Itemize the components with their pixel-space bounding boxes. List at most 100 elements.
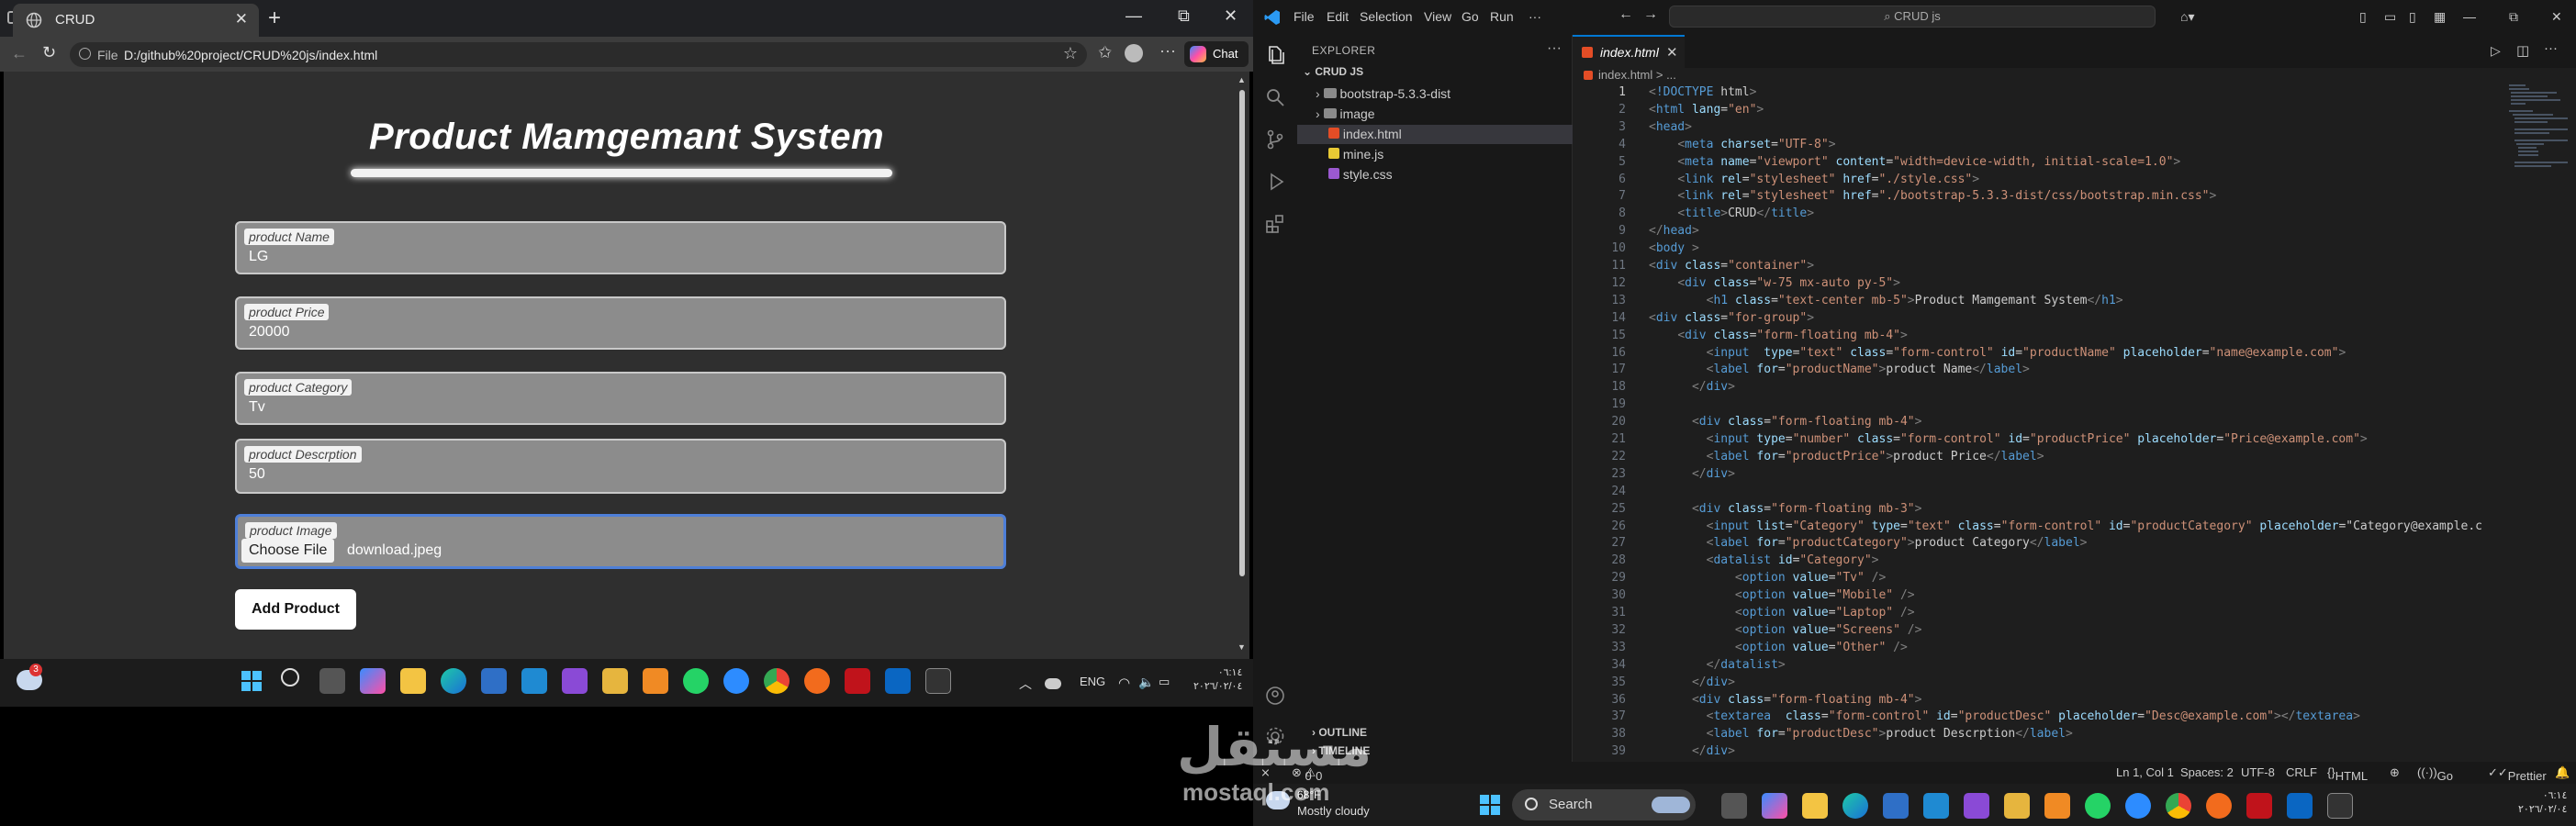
search-icon[interactable] (1264, 86, 1286, 108)
store-icon[interactable] (481, 668, 507, 694)
minimize-button[interactable]: — (1126, 6, 1142, 26)
language-indicator[interactable]: ENG (1080, 675, 1105, 688)
copilot-app-icon[interactable] (360, 668, 386, 694)
linkedin-icon[interactable] (2287, 793, 2313, 819)
taskbar-search-box[interactable]: Search (1512, 789, 1696, 820)
taskbar-clock[interactable]: ٠٦:١٤ ٢٠٢٦/٠٢/٠٤ (2518, 789, 2567, 817)
menu-file[interactable]: File (1294, 9, 1315, 24)
go-live-button[interactable]: ((·)) Go Live (2417, 765, 2459, 797)
profile-avatar[interactable] (1125, 44, 1143, 62)
code-line[interactable]: <div class="form-floating mb-4"> (1649, 692, 1921, 709)
project-folder-header[interactable]: ⌄ CRUD JS (1303, 65, 1363, 78)
whatsapp-icon[interactable] (2085, 793, 2111, 819)
code-line[interactable]: </head> (1649, 223, 1699, 240)
split-editor-icon[interactable]: ◫ (2516, 42, 2529, 59)
code-line[interactable]: <h1 class="text-center mb-5">Product Mam… (1649, 293, 2123, 310)
vscode-icon[interactable] (521, 668, 547, 694)
source-control-icon[interactable] (1264, 128, 1286, 151)
explorer-more-icon[interactable]: ··· (1547, 40, 1562, 57)
code-line[interactable]: <link rel="stylesheet" href="./style.css… (1649, 172, 1979, 189)
browser-tab-crud[interactable]: CRUD ✕ (13, 4, 259, 37)
maximize-button[interactable]: ⧉ (1178, 6, 1190, 26)
search-icon[interactable] (281, 668, 299, 686)
code-line[interactable]: <textarea class="form-control" id="produ… (1649, 709, 2360, 726)
vs-restore-button[interactable]: ⧉ (2509, 9, 2518, 25)
product-name-field[interactable]: product Name LG (235, 221, 1006, 274)
code-line[interactable]: <option value="Mobile" /> (1649, 587, 1915, 605)
notifications-bell-icon[interactable]: 🔔 (2555, 765, 2570, 780)
add-product-button[interactable]: Add Product (235, 589, 356, 630)
code-line[interactable]: <input type="text" class="form-control" … (1649, 345, 2346, 363)
code-line[interactable]: </div> (1649, 675, 1735, 692)
edge-icon[interactable] (1842, 793, 1868, 819)
linkedin-icon[interactable] (885, 668, 911, 694)
minimap[interactable] (2509, 84, 2568, 195)
copilot-chat-button[interactable]: Chat (1184, 41, 1249, 67)
code-line[interactable]: <div class="form-floating mb-4"> (1649, 414, 1921, 431)
edge-icon[interactable] (441, 668, 466, 694)
info-icon[interactable] (79, 48, 91, 60)
code-line[interactable]: <option value="Screens" /> (1649, 622, 1922, 640)
explorer-icon[interactable] (1264, 44, 1286, 66)
code-line[interactable]: <label for="productCategory">product Cat… (1649, 535, 2088, 553)
file-explorer-icon[interactable] (400, 668, 426, 694)
favorites-icon[interactable]: ✩ (1098, 43, 1112, 62)
task-view-icon[interactable] (1721, 793, 1747, 819)
cursor-position[interactable]: Ln 1, Col 1 (2116, 765, 2174, 779)
code-line[interactable]: <div class="form-floating mb-3"> (1649, 501, 1921, 519)
vs-minimize-button[interactable]: — (2463, 9, 2476, 24)
code-line[interactable]: <meta charset="UTF-8"> (1649, 137, 1835, 154)
menu-more[interactable]: ··· (1529, 9, 1541, 24)
code-line[interactable]: <label for="productDesc">product Descrpt… (1649, 726, 2073, 743)
live-share-icon[interactable]: ⊕ (2390, 765, 2400, 780)
url-box[interactable]: File D:/github%20project/CRUD%20js/index… (70, 42, 1087, 67)
line-ending[interactable]: CRLF (2286, 765, 2317, 779)
windows-start-icon[interactable] (1479, 794, 1501, 816)
extensions-icon[interactable] (1264, 213, 1286, 235)
terminal-icon[interactable] (2327, 793, 2353, 819)
code-line[interactable]: <!DOCTYPE html> (1649, 84, 1756, 102)
code-line[interactable]: <datalist id="Category"> (1649, 553, 1879, 570)
code-line[interactable]: <head> (1649, 119, 1692, 137)
layout-sidebar-icon[interactable]: ▯ (2359, 9, 2367, 25)
menu-selection[interactable]: Selection (1360, 9, 1413, 24)
code-line[interactable]: </datalist> (1649, 657, 1786, 675)
indentation[interactable]: Spaces: 2 (2180, 765, 2234, 779)
sticky-app-icon[interactable] (602, 668, 628, 694)
task-view-icon[interactable] (319, 668, 345, 694)
nav-forward-icon[interactable]: → (1643, 6, 1658, 23)
run-file-icon[interactable]: ▷ (2491, 43, 2501, 59)
windows-start-icon[interactable] (241, 670, 263, 692)
code-line[interactable]: <input type="number" class="form-control… (1649, 431, 2368, 449)
product-image-field[interactable]: product Image Choose File download.jpeg (235, 514, 1006, 569)
code-line[interactable]: <body > (1649, 240, 1699, 258)
product-category-field[interactable]: product Category Tv (235, 372, 1006, 425)
code-line[interactable]: <link rel="stylesheet" href="./bootstrap… (1649, 188, 2216, 206)
product-price-value[interactable]: 20000 (249, 324, 290, 340)
whatsapp-icon[interactable] (683, 668, 709, 694)
wifi-icon[interactable]: ◠ (1118, 675, 1130, 691)
code-line[interactable]: <title>CRUD</title> (1649, 206, 1814, 223)
tree-item-style-css[interactable]: style.css (1328, 167, 1393, 182)
menu-run[interactable]: Run (1490, 9, 1514, 24)
code-line[interactable]: </div> (1649, 743, 1735, 761)
menu-edit[interactable]: Edit (1327, 9, 1349, 24)
tray-chevron-icon[interactable]: ︿ (1019, 675, 1032, 693)
close-window-button[interactable]: ✕ (1224, 6, 1238, 26)
code-line[interactable]: <option value="Laptop" /> (1649, 605, 1915, 622)
file-explorer-icon[interactable] (1802, 793, 1828, 819)
sticky-app-icon[interactable] (2004, 793, 2030, 819)
command-center-search[interactable]: ⌕ CRUD js (1669, 6, 2156, 28)
copilot-app-icon[interactable] (1762, 793, 1787, 819)
store-icon[interactable] (1883, 793, 1909, 819)
tree-item-index-html[interactable]: index.html (1328, 127, 1402, 141)
nav-back-icon[interactable]: ← (1618, 6, 1633, 23)
code-editor[interactable]: 1 <!DOCTYPE html> 2 <html lang="en"> 3 <head>… (1573, 84, 2491, 762)
zoom-icon[interactable] (723, 668, 749, 694)
product-description-value[interactable]: 50 (249, 466, 265, 483)
code-line[interactable]: <option value="Tv" /> (1649, 570, 1886, 587)
tab-close-icon[interactable]: ✕ (1666, 44, 1678, 61)
code-line[interactable]: <option value="Other" /> (1649, 640, 1908, 657)
visual-studio-icon[interactable] (562, 668, 588, 694)
accounts-icon[interactable] (1264, 685, 1286, 707)
